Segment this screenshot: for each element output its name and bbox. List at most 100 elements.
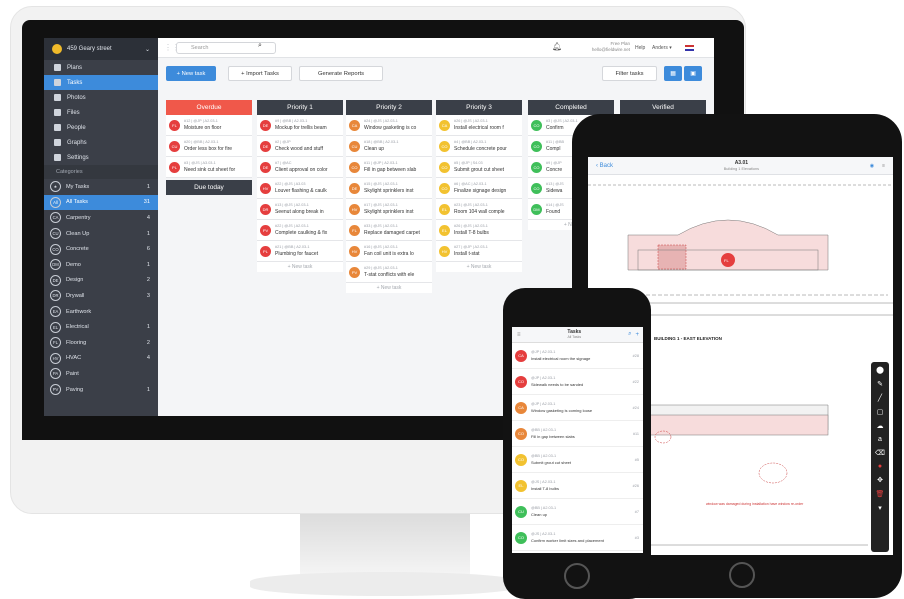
chevron-down-icon[interactable]: ▾	[878, 504, 882, 512]
task-meta: #22 | @JS | A3.03	[275, 182, 306, 186]
list-item[interactable]: CO @JP | A2.03-1 Sidewalk needs to be sand…	[512, 369, 643, 395]
category-item[interactable]: All All Tasks 31	[44, 194, 158, 211]
task-card[interactable]: DE #7 | @AC Client approval on color	[257, 157, 343, 178]
eye-icon[interactable]: ◉	[870, 163, 874, 169]
cloud-tool-icon[interactable]: ☁	[877, 422, 884, 430]
category-item[interactable]: FL Flooring 2	[44, 335, 158, 351]
task-text: #33 | @JS | A2.03-1 Replace damaged carpe…	[364, 224, 420, 236]
sidebar-item-people[interactable]: People	[44, 120, 158, 135]
task-pin-icon: FL	[349, 224, 360, 236]
task-card[interactable]: PV #22 | @JS | A2.03-1 Complete caulking &…	[257, 220, 343, 241]
category-item[interactable]: DM Demo 1	[44, 257, 158, 273]
category-count: 1	[146, 183, 150, 190]
task-card[interactable]: DE #9 | @BB | A2.03-1 Mockup for trellis b…	[257, 115, 343, 136]
task-card[interactable]: DE #2 | @JP Check wood and stuff	[257, 136, 343, 157]
task-card[interactable]: PV #29 | @JS | A2.03-1 T-stat conflicts wi…	[346, 262, 432, 283]
column-header[interactable]: Priority 1	[257, 100, 343, 115]
list-item[interactable]: CU @BB | A2.03-1 Clean up #7	[512, 499, 643, 525]
category-item[interactable]: EL Electrical 1	[44, 319, 158, 335]
photos-icon	[54, 94, 61, 101]
back-button[interactable]: ‹ Back	[596, 163, 613, 169]
category-item[interactable]: ★ My Tasks 1	[44, 179, 158, 195]
category-item[interactable]: EA Earthwork	[44, 304, 158, 320]
column-header[interactable]: Priority 2	[346, 100, 432, 115]
column-header[interactable]: Priority 3	[436, 100, 522, 115]
task-card[interactable]: HV #27 | @JP | A2.03-1 Install t-stat	[436, 241, 522, 262]
sidebar-item-plans[interactable]: Plans	[44, 60, 158, 75]
settings-icon	[54, 154, 61, 161]
task-card[interactable]: FL #12 | @JP | A2.03-1 Moisture on floor	[166, 115, 252, 136]
new-task-link[interactable]: + New task	[346, 283, 432, 293]
task-card[interactable]: HV #17 | @JS | A2.03-1 Skylight sprinklers…	[346, 199, 432, 220]
list-item[interactable]: CO @BB | A2.03-1 Fill in gap between slabs…	[512, 421, 643, 447]
task-name: Order less box for fire	[184, 146, 233, 152]
category-item[interactable]: DR Drywall 3	[44, 288, 158, 304]
category-item[interactable]: HV HVAC 4	[44, 351, 158, 367]
sidebar-item-photos[interactable]: Photos	[44, 90, 158, 105]
list-item[interactable]: EL @JS | A2.03-1 Install T-8 bulbs #26	[512, 473, 643, 499]
text-tool-icon[interactable]: a	[878, 436, 882, 443]
rectangle-tool-icon[interactable]: ▢	[877, 408, 884, 416]
search-icon[interactable]: ⌕	[628, 331, 631, 338]
task-card[interactable]: DE #15 | @JS | A2.03-1 Skylight sprinklers…	[346, 178, 432, 199]
task-card[interactable]: CO #5 | @JP | S4.03 Submit grout cut sheet	[436, 157, 522, 178]
trash-icon[interactable]: 🗑︎	[876, 490, 885, 498]
category-item[interactable]: CA Carpentry 4	[44, 210, 158, 226]
task-card[interactable]: EL #23 | @JS | A2.03-1 Room 104 wall compl…	[436, 199, 522, 220]
task-card[interactable]: CO #6 | @AC | A2.03-1 Finalize signage des…	[436, 178, 522, 199]
task-pin-icon: EL	[439, 224, 450, 236]
list-item[interactable]: DE@BB | A2.03-1#2	[512, 551, 643, 553]
task-card[interactable]: EL #26 | @JS | A2.03-1 Install T-8 bulbs	[436, 220, 522, 241]
project-selector[interactable]: 459 Geary street ⌄	[44, 38, 158, 60]
pencil-tool-icon[interactable]: ✎	[877, 380, 883, 388]
sidebar-item-graphs[interactable]: Graphs	[44, 135, 158, 150]
task-card[interactable]: CU #18 | @BB | A2.03-1 Clean up	[346, 136, 432, 157]
task-card[interactable]: HV #16 | @JS | A2.03-1 Fan coil unit is ex…	[346, 241, 432, 262]
phone-home-button[interactable]	[564, 563, 590, 589]
phone-task-list: CA @JP | A2.03-1 Install electrical room t…	[512, 343, 643, 553]
list-item[interactable]: CO @JS | A2.03-1 Confirm worker limit size…	[512, 525, 643, 551]
task-card[interactable]: CO #4 | @BB | A2.03-1 Schedule concrete po…	[436, 136, 522, 157]
sidebar-item-tasks[interactable]: Tasks	[44, 75, 158, 90]
task-card[interactable]: DR #13 | @JS | A2.03-1 Seenut along break …	[257, 199, 343, 220]
task-card[interactable]: PL #21 | @BB | A2.03-1 Plumbing for faucet	[257, 241, 343, 262]
column-header[interactable]: Completed	[528, 100, 614, 115]
tablet-home-button[interactable]	[729, 562, 755, 588]
move-tool-icon[interactable]: ✥	[877, 476, 883, 484]
new-task-link[interactable]: + New task	[257, 262, 343, 272]
category-item[interactable]: PA Paint	[44, 366, 158, 382]
category-item[interactable]: PV Paving 1	[44, 382, 158, 398]
column-header[interactable]: Overdue	[166, 100, 252, 115]
pin-tool-icon[interactable]: ⬤	[876, 366, 884, 374]
list-item[interactable]: CO @BB | A2.03-1 Submit grout cut sheet #5	[512, 447, 643, 473]
task-card[interactable]: CA #24 | @JS | A2.03-1 Window gasketing is…	[346, 115, 432, 136]
new-task-link[interactable]: + New task	[436, 262, 522, 272]
menu-icon[interactable]: ≡	[882, 163, 885, 169]
color-picker-icon[interactable]: ●	[878, 463, 882, 470]
task-card[interactable]: FL #33 | @JS | A2.03-1 Replace damaged car…	[346, 220, 432, 241]
due-today-header[interactable]: Due today	[166, 180, 252, 195]
task-pin-icon: FL	[169, 119, 180, 131]
sidebar-item-files[interactable]: Files	[44, 105, 158, 120]
sidebar-item-settings[interactable]: Settings	[44, 150, 158, 165]
task-card[interactable]: CU #20 | @BB | A2.03-1 Order less box for …	[166, 136, 252, 157]
task-pin-icon: EL	[439, 203, 450, 215]
category-item[interactable]: CO Concrete 6	[44, 241, 158, 257]
eraser-tool-icon[interactable]: ⌫	[875, 449, 885, 457]
add-icon[interactable]: +	[635, 332, 639, 338]
category-item[interactable]: DE Design 2	[44, 273, 158, 289]
sidebar-item-label: Graphs	[67, 139, 87, 146]
task-text: #23 | @JS | A2.03-1 Room 104 wall comple	[454, 203, 505, 215]
task-card[interactable]: HV #22 | @JS | A3.03 Louver flashing & cau…	[257, 178, 343, 199]
task-pin-icon: CA	[349, 119, 360, 131]
category-item[interactable]: CU Clean Up 1	[44, 226, 158, 242]
line-tool-icon[interactable]: ╱	[878, 394, 882, 402]
column-header[interactable]: Verified	[620, 100, 706, 115]
task-name: Install electrical room the signage	[531, 356, 591, 361]
task-card[interactable]: CA #26 | @JS | A2.03-1 Install electrical …	[436, 115, 522, 136]
menu-icon[interactable]: ≡	[517, 332, 521, 338]
list-item[interactable]: CA @JP | A2.03-1 Install electrical room t…	[512, 343, 643, 369]
task-card[interactable]: CO #11 | @JP | A2.03-1 Fill in gap between…	[346, 157, 432, 178]
task-card[interactable]: PL #3 | @JS | A3.03-1 Need sink cut sheet …	[166, 157, 252, 178]
list-item[interactable]: CA @JP | A2.03-1 Window gasketing is comin…	[512, 395, 643, 421]
